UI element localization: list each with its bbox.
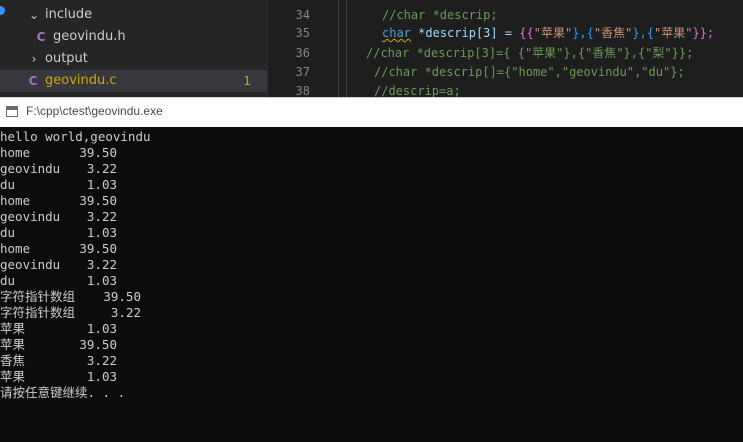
explorer-sidebar: ⌄ include C geovindu.h › output C geovin… — [0, 0, 268, 97]
row-name: geovindu — [0, 209, 61, 224]
row-name: 香焦 — [0, 353, 26, 368]
chevron-down-icon: ⌄ — [28, 8, 40, 22]
chevron-right-icon: › — [31, 52, 37, 66]
c-file-icon: C — [28, 74, 38, 88]
squiggle-warning: char — [382, 26, 411, 40]
code-line-36: 36 //char *descrip[3]={ {"苹果"},{"香焦"},{"… — [268, 44, 743, 62]
row-value: 1.03 — [86, 273, 117, 288]
row-value: 39.50 — [79, 241, 117, 256]
row-name: geovindu — [0, 257, 61, 272]
file-label: geovindu.c — [45, 73, 117, 88]
row-name: 苹果 — [0, 369, 26, 384]
row-name: home — [0, 193, 31, 208]
row-value: 39.50 — [79, 337, 117, 352]
code-line-38: 38 //descrip=a; — [268, 82, 743, 97]
row-value: 1.03 — [86, 369, 117, 384]
line-number: 36 — [295, 46, 310, 60]
folder-label: output — [45, 51, 88, 66]
line-number: 35 — [295, 26, 310, 40]
c-file-icon: C — [36, 30, 46, 44]
row-name: home — [0, 145, 31, 160]
row-name: geovindu — [0, 161, 61, 176]
code-line-37: 37 //char *descrip[]={"home","geovindu",… — [268, 63, 743, 81]
console-output[interactable]: hello world,geovindu home 39.50 geovindu 3.… — [0, 127, 743, 442]
console-greeting: hello world,geovindu — [0, 129, 151, 144]
row-name: 苹果 — [0, 337, 26, 352]
file-label: geovindu.h — [53, 29, 126, 44]
line-number: 38 — [295, 84, 310, 97]
code-line-34: 34 //char *descrip; — [268, 6, 743, 24]
code-text: char *descrip[3] = {{"苹果"},{"香焦"},{"苹果"}… — [382, 26, 715, 40]
code-text: //char *descrip[3]={ {"苹果"},{"香焦"},{"梨"}… — [366, 46, 694, 60]
row-value: 3.22 — [86, 257, 117, 272]
row-name: du — [0, 177, 16, 192]
row-name: 字符指针数组 — [0, 289, 76, 304]
console-title-bar[interactable]: F:\cpp\ctest\geovindu.exe — [0, 97, 743, 128]
row-value: 39.50 — [79, 193, 117, 208]
explorer-file-geovindu-c[interactable]: C geovindu.c 1 — [0, 70, 267, 92]
row-value: 1.03 — [86, 321, 117, 336]
code-text: //char *descrip; — [382, 8, 498, 22]
code-text: //char *descrip[]={"home","geovindu","du… — [374, 65, 685, 79]
code-editor[interactable]: 34 //char *descrip; 35 char *descrip[3] … — [268, 0, 743, 97]
row-value: 3.22 — [86, 161, 117, 176]
row-value: 1.03 — [86, 177, 117, 192]
row-value: 1.03 — [86, 225, 117, 240]
row-value: 39.50 — [79, 145, 117, 160]
row-value: 39.50 — [103, 289, 141, 304]
row-name: du — [0, 273, 16, 288]
code-text: //descrip=a; — [374, 84, 461, 97]
row-value: 3.22 — [86, 209, 117, 224]
line-number: 37 — [295, 65, 310, 79]
row-name: 字符指针数组 — [0, 305, 76, 320]
row-name: du — [0, 225, 16, 240]
row-name: home — [0, 241, 31, 256]
explorer-folder-output[interactable]: › output — [0, 48, 267, 70]
line-number: 34 — [295, 8, 310, 22]
screen: ⌄ include C geovindu.h › output C geovin… — [0, 0, 743, 442]
explorer-folder-include[interactable]: ⌄ include — [0, 4, 267, 26]
vscode-window: ⌄ include C geovindu.h › output C geovin… — [0, 0, 743, 97]
explorer-file-geovindu-h[interactable]: C geovindu.h — [0, 26, 267, 48]
console-window-icon — [6, 106, 18, 117]
problem-count-badge: 1 — [243, 74, 251, 88]
console-title: F:\cpp\ctest\geovindu.exe — [26, 104, 163, 118]
folder-label: include — [45, 7, 93, 22]
row-name: 苹果 — [0, 321, 26, 336]
console-prompt: 请按任意键继续. . . — [0, 385, 126, 400]
code-line-35: 35 char *descrip[3] = {{"苹果"},{"香焦"},{"苹… — [268, 24, 743, 42]
row-value: 3.22 — [110, 305, 141, 320]
row-value: 3.22 — [86, 353, 117, 368]
